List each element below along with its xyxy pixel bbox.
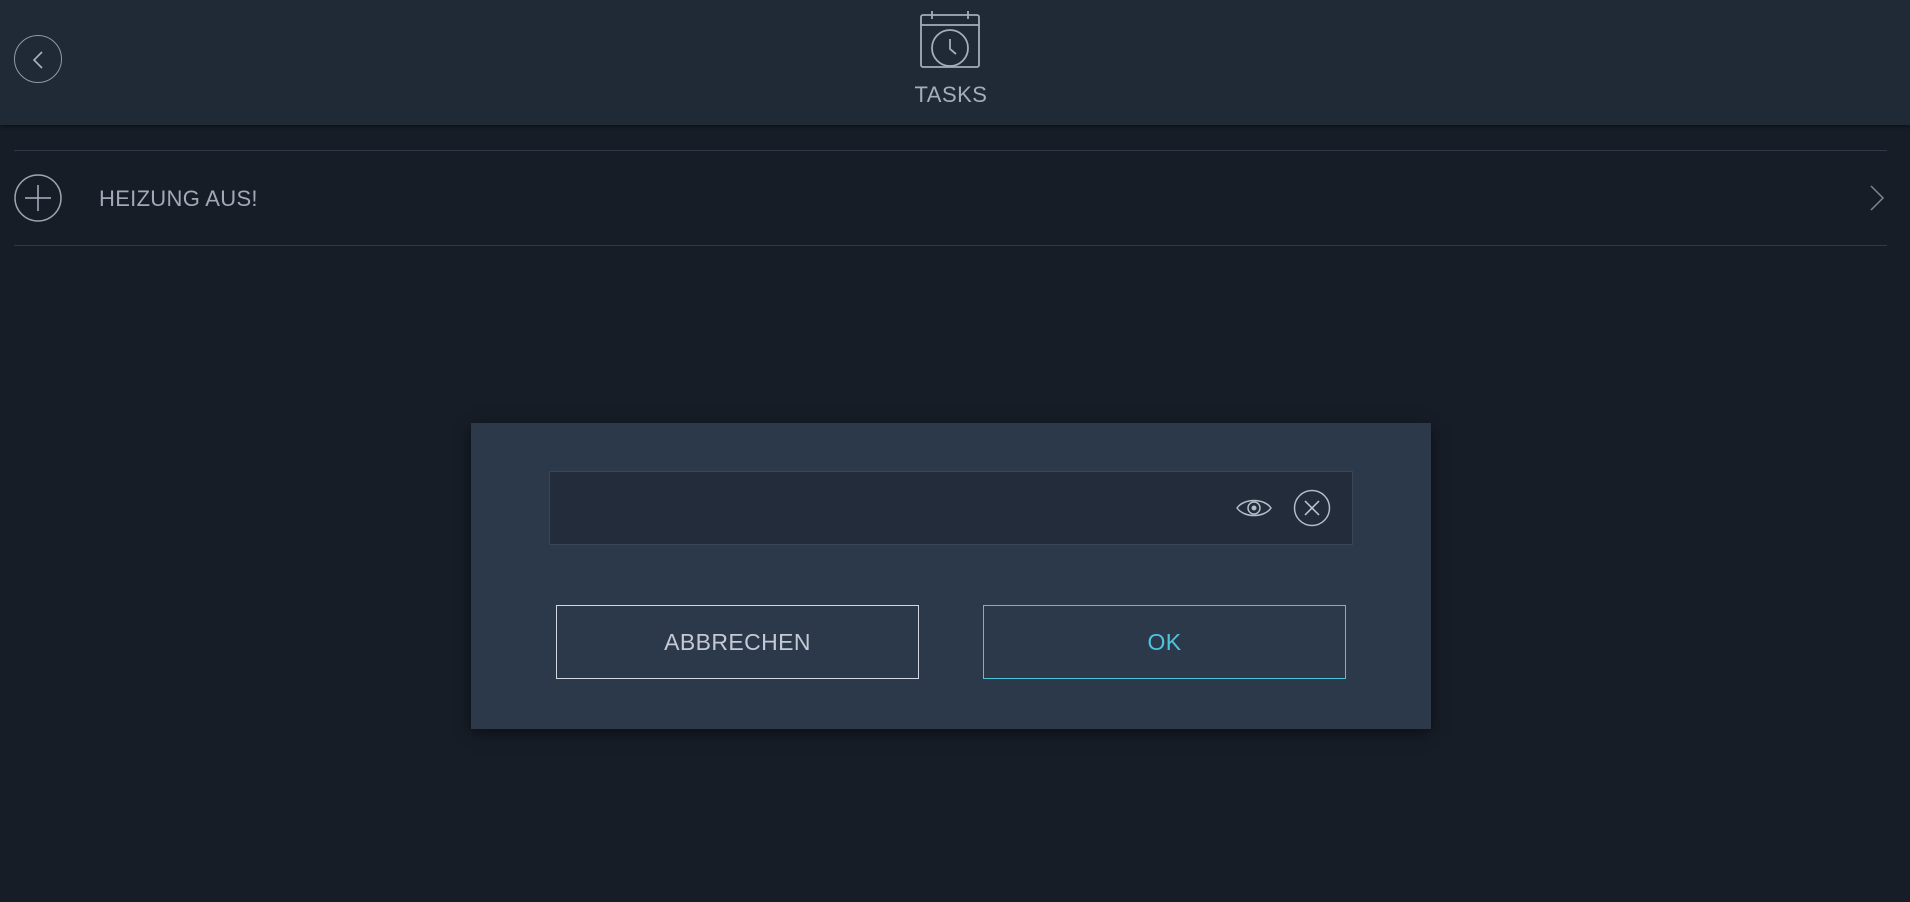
close-circle-icon[interactable]: [1293, 489, 1331, 527]
password-dialog: ABBRECHEN OK: [471, 423, 1431, 729]
eye-icon[interactable]: [1234, 492, 1274, 524]
modal-overlay: ABBRECHEN OK: [0, 0, 1910, 902]
password-input-box[interactable]: [549, 471, 1353, 545]
ok-button[interactable]: OK: [983, 605, 1346, 679]
cancel-button[interactable]: ABBRECHEN: [556, 605, 919, 679]
password-input[interactable]: [564, 482, 1228, 536]
